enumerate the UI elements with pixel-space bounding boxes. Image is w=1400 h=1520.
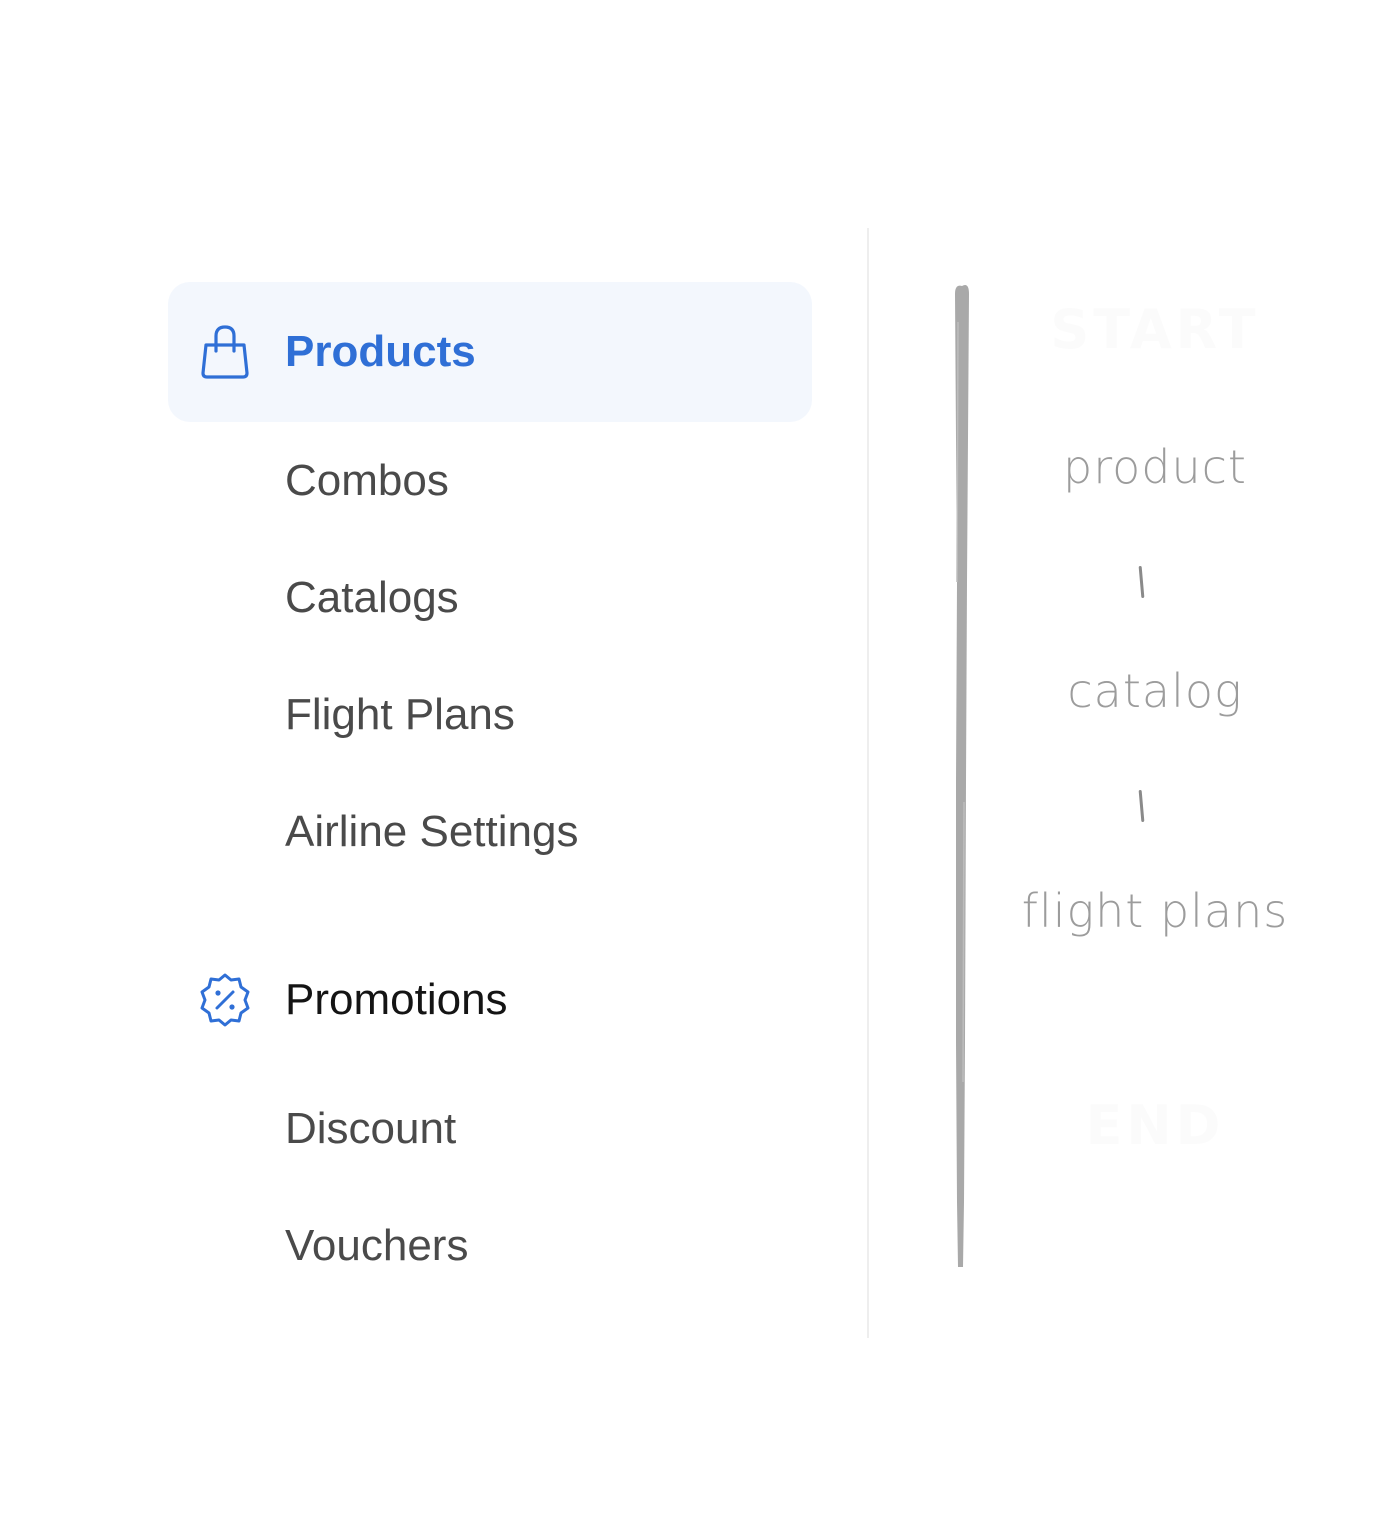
sequence-heading: task-based sequence — [222, 82, 709, 133]
panel-divider — [867, 228, 869, 1338]
nav-subitem-discount[interactable]: Discount — [168, 1070, 812, 1187]
nav-subitem-combos[interactable]: Combos — [168, 422, 812, 539]
nav-subitem-vouchers[interactable]: Vouchers — [168, 1187, 812, 1304]
sequence-connector-1 — [1138, 565, 1145, 599]
menu-section-gap — [168, 890, 812, 930]
nav-subitem-airline-settings-label: Airline Settings — [285, 806, 579, 856]
sequence-end-label: END — [1085, 1094, 1225, 1157]
sequence-marker-line — [955, 285, 969, 1267]
sequence-step-flight-plans: flight plans — [1021, 884, 1289, 938]
nav-subitem-flight-plans-label: Flight Plans — [285, 689, 515, 739]
sequence-step-product: product — [1063, 440, 1247, 494]
shopping-bag-icon — [201, 325, 249, 379]
sequence-step-catalog: catalog — [1067, 664, 1243, 718]
nav-subitem-discount-label: Discount — [285, 1103, 457, 1153]
nav-subitem-flight-plans[interactable]: Flight Plans — [168, 656, 812, 773]
sequence-start-label: START — [1050, 298, 1260, 361]
nav-subitem-vouchers-label: Vouchers — [285, 1220, 469, 1270]
nav-subitem-airline-settings[interactable]: Airline Settings — [168, 773, 812, 890]
nav-item-products[interactable]: Products — [168, 282, 812, 422]
nav-item-promotions[interactable]: Promotions — [168, 930, 812, 1070]
sequence-connector-2 — [1138, 789, 1145, 823]
nav-item-promotions-label: Promotions — [285, 975, 508, 1024]
discount-badge-icon — [200, 973, 250, 1027]
nav-subitem-combos-label: Combos — [285, 455, 449, 505]
nav-item-products-label: Products — [285, 327, 476, 376]
sidebar-menu: Products Combos Catalogs Flight Plans Ai… — [168, 282, 812, 1304]
nav-subitem-catalogs-label: Catalogs — [285, 572, 459, 622]
nav-subitem-catalogs[interactable]: Catalogs — [168, 539, 812, 656]
